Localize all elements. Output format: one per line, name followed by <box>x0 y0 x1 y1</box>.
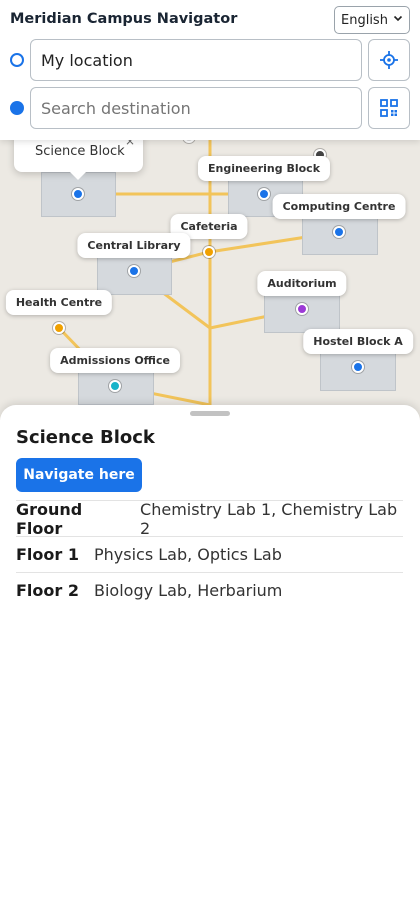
map-label-admissions[interactable]: Admissions Office <box>50 348 180 373</box>
floor-name: Ground Floor <box>16 499 83 538</box>
navigate-here-button[interactable]: Navigate here <box>16 458 142 492</box>
map-label-health[interactable]: Health Centre <box>5 290 113 315</box>
scan-qr-button[interactable] <box>368 87 410 129</box>
map-label-computing[interactable]: Computing Centre <box>272 194 406 219</box>
language-select[interactable]: English <box>334 6 410 34</box>
crosshair-icon <box>380 51 398 69</box>
map-pin-science[interactable] <box>72 188 84 200</box>
sheet-drag-handle[interactable] <box>190 411 230 416</box>
language-selected: English <box>341 13 388 28</box>
floor-list: Ground Floor Chemistry Lab 1, Chemistry … <box>16 500 403 608</box>
map-pin-cafeteria[interactable] <box>203 246 215 258</box>
origin-input[interactable] <box>30 39 362 81</box>
locate-me-button[interactable] <box>368 39 410 81</box>
chevron-down-icon <box>393 13 403 26</box>
map-pin-health[interactable] <box>53 322 65 334</box>
map-pin-hostel[interactable] <box>352 361 364 373</box>
sheet-title: Science Block <box>16 427 155 448</box>
floor-rooms: Biology Lab, Herbarium <box>94 581 283 600</box>
map-pin-admissions[interactable] <box>109 380 121 392</box>
map-label-hostel[interactable]: Hostel Block A <box>303 329 413 354</box>
map-label-auditorium[interactable]: Auditorium <box>257 271 347 296</box>
details-sheet: Science Block Navigate here Ground Floor… <box>0 405 420 900</box>
map-pin-library[interactable] <box>128 265 140 277</box>
search-header: Meridian Campus Navigator English <box>0 0 420 140</box>
origin-marker-icon <box>10 53 24 67</box>
map-pin-computing[interactable] <box>333 226 345 238</box>
floor-name: Floor 1 <box>16 545 79 564</box>
popup-label: Science Block <box>35 144 125 159</box>
destination-input[interactable] <box>30 87 362 129</box>
qr-code-icon <box>380 99 398 117</box>
floor-rooms: Chemistry Lab 1, Chemistry Lab 2 <box>140 499 398 538</box>
map-label-engineering[interactable]: Engineering Block <box>197 156 331 181</box>
map-label-library[interactable]: Central Library <box>77 233 191 258</box>
floor-row: Floor 2 Biology Lab, Herbarium <box>16 572 403 608</box>
floor-row: Floor 1 Physics Lab, Optics Lab <box>16 536 403 572</box>
map-pin-auditorium[interactable] <box>296 303 308 315</box>
app-title: Meridian Campus Navigator <box>10 11 238 27</box>
map-pin-engineering[interactable] <box>258 188 270 200</box>
floor-rooms: Physics Lab, Optics Lab <box>94 545 282 564</box>
destination-marker-icon <box>10 101 24 115</box>
floor-row: Ground Floor Chemistry Lab 1, Chemistry … <box>16 499 403 538</box>
floor-name: Floor 2 <box>16 581 79 600</box>
